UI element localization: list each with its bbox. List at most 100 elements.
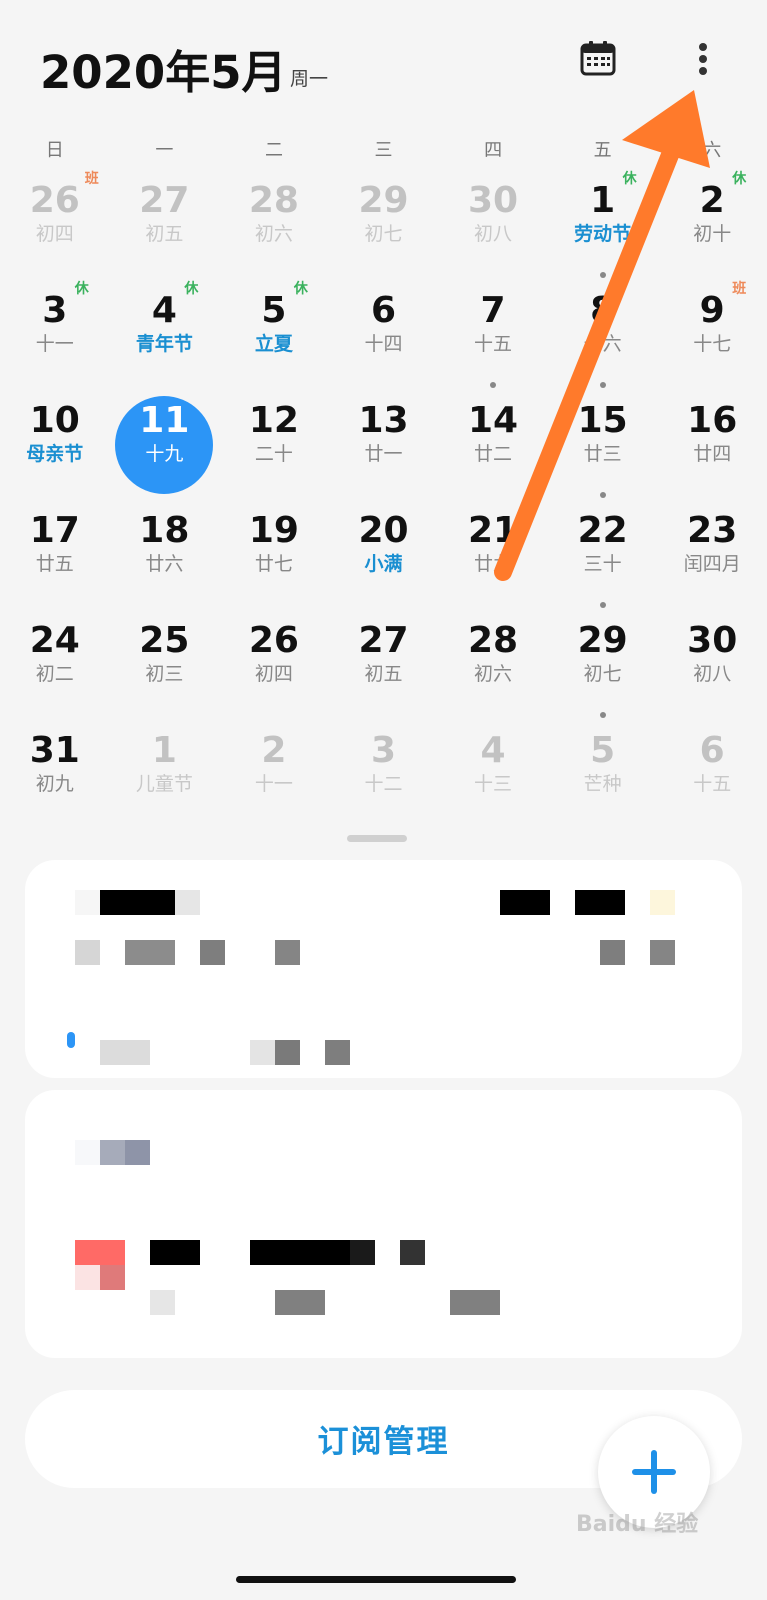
- day-cell[interactable]: 30 初八: [659, 602, 765, 710]
- redacted-block: [200, 940, 225, 965]
- day-number: 11: [139, 400, 190, 441]
- day-cell[interactable]: 6 十四: [331, 272, 437, 380]
- day-number: 29: [358, 180, 409, 221]
- day-number: 19: [248, 510, 299, 551]
- day-number: 3: [370, 730, 397, 771]
- day-cell[interactable]: 21 廿九: [440, 492, 546, 600]
- redacted-block: [275, 1040, 300, 1065]
- day-cell[interactable]: 16 廿四: [659, 382, 765, 490]
- workday-badge: 班: [84, 171, 99, 187]
- day-number: 30: [468, 180, 519, 221]
- lunar-label: 初七: [364, 223, 403, 245]
- day-number: 20: [358, 510, 409, 551]
- lunar-label: 母亲节: [26, 443, 84, 465]
- day-cell[interactable]: 23 闰四月: [659, 492, 765, 600]
- day-cell[interactable]: 26 初四: [221, 602, 327, 710]
- lunar-label: 廿九: [474, 553, 513, 575]
- redacted-block: [150, 1240, 200, 1265]
- day-number: 22: [577, 510, 628, 551]
- day-cell[interactable]: 12 二十: [221, 382, 327, 490]
- redacted-block: [575, 890, 625, 915]
- redacted-block: [650, 890, 675, 915]
- month-title[interactable]: 2020年5月: [40, 36, 287, 101]
- day-cell[interactable]: 6 十五: [659, 712, 765, 820]
- home-indicator[interactable]: [236, 1576, 516, 1583]
- day-cell[interactable]: 5 芒种: [550, 712, 656, 820]
- day-cell[interactable]: 18 廿六: [111, 492, 217, 600]
- day-number: 29: [577, 620, 628, 661]
- drag-handle[interactable]: [347, 835, 407, 842]
- day-cell[interactable]: 2 初十 休: [659, 162, 765, 270]
- day-cell[interactable]: 22 三十: [550, 492, 656, 600]
- lunar-label: 初三: [145, 663, 184, 685]
- day-cell[interactable]: 24 初二: [2, 602, 108, 710]
- day-number: 23: [687, 510, 738, 551]
- day-cell[interactable]: 27 初五: [111, 162, 217, 270]
- more-options-button[interactable]: [690, 38, 716, 80]
- day-cell[interactable]: 30 初八: [440, 162, 546, 270]
- day-cell[interactable]: 29 初七: [550, 602, 656, 710]
- holiday-badge: 休: [732, 171, 747, 187]
- day-cell[interactable]: 3 十一 休: [2, 272, 108, 380]
- day-cell[interactable]: 7 十五: [440, 272, 546, 380]
- lunar-label: 十五: [474, 333, 513, 355]
- lunar-label: 初八: [693, 663, 732, 685]
- day-number: 31: [29, 730, 80, 771]
- lunar-label: 儿童节: [135, 773, 193, 795]
- lunar-label: 十二: [364, 773, 403, 795]
- lunar-label: 初四: [254, 663, 293, 685]
- day-cell[interactable]: 29 初七: [331, 162, 437, 270]
- day-cell[interactable]: 19 廿七: [221, 492, 327, 600]
- day-cell[interactable]: 31 初九: [2, 712, 108, 820]
- redacted-block: [500, 890, 550, 915]
- redacted-block: [400, 1240, 425, 1265]
- day-cell[interactable]: 13 廿一: [331, 382, 437, 490]
- day-number: 15: [577, 400, 628, 441]
- day-cell[interactable]: 28 初六: [440, 602, 546, 710]
- redacted-block: [125, 1140, 150, 1165]
- redacted-block: [650, 940, 675, 965]
- lunar-label: 芒种: [583, 773, 622, 795]
- day-cell[interactable]: 8 十六: [550, 272, 656, 380]
- lunar-label: 十九: [145, 443, 184, 465]
- day-cell[interactable]: 4 十三: [440, 712, 546, 820]
- day-cell[interactable]: 26 初四班: [2, 162, 108, 270]
- calendar-icon[interactable]: [578, 38, 618, 78]
- lunar-label: 初六: [254, 223, 293, 245]
- day-cell[interactable]: 5 立夏 休: [221, 272, 327, 380]
- day-number: 5: [590, 730, 616, 771]
- day-cell[interactable]: 1 儿童节: [111, 712, 217, 820]
- lunar-label: 青年节: [135, 333, 193, 355]
- day-cell[interactable]: 27 初五: [331, 602, 437, 710]
- day-cell[interactable]: 2 十一: [221, 712, 327, 820]
- day-number: 18: [139, 510, 190, 551]
- redacted-block: [75, 890, 100, 915]
- day-cell[interactable]: 15 廿三: [550, 382, 656, 490]
- day-number: 16: [687, 400, 738, 441]
- day-cell[interactable]: 1 劳动节 休: [550, 162, 656, 270]
- day-cell[interactable]: 20 小满: [331, 492, 437, 600]
- day-cell[interactable]: 28 初六: [221, 162, 327, 270]
- day-cell[interactable]: 17 廿五: [2, 492, 108, 600]
- day-cell[interactable]: 9 十七 班: [659, 272, 765, 380]
- day-cell[interactable]: 14 廿二: [440, 382, 546, 490]
- redacted-block: [100, 1265, 125, 1290]
- lunar-label: 闰四月: [683, 553, 741, 575]
- lunar-label: 廿二: [474, 443, 513, 465]
- lunar-label: 廿一: [364, 443, 403, 465]
- day-cell[interactable]: 4 青年节 休: [111, 272, 217, 380]
- event-dot: [599, 382, 606, 388]
- lunar-label: 二十: [254, 443, 293, 465]
- day-number: 1: [590, 180, 616, 221]
- day-cell[interactable]: 11 十九: [111, 382, 217, 494]
- event-card-1[interactable]: [25, 860, 742, 1078]
- day-number: 25: [139, 620, 190, 661]
- day-cell[interactable]: 10 母亲节: [2, 382, 108, 490]
- redacted-block: [75, 1265, 100, 1290]
- day-cell[interactable]: 25 初三: [111, 602, 217, 710]
- event-card-2[interactable]: [25, 1090, 742, 1358]
- current-weekday: 周一: [290, 68, 329, 90]
- lunar-label: 劳动节: [574, 223, 632, 245]
- day-number: 1: [151, 730, 177, 771]
- day-cell[interactable]: 3 十二: [331, 712, 437, 820]
